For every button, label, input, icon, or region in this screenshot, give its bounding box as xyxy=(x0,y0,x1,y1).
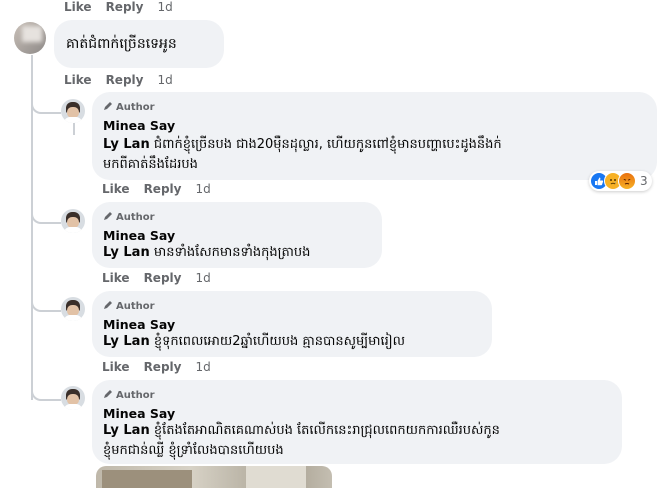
avatar[interactable] xyxy=(61,209,85,233)
comment-bubble: គាត់ជំពាក់ច្រើនទេអូន xyxy=(54,20,224,68)
author-badge: Author xyxy=(103,389,155,402)
reply-button[interactable]: Reply xyxy=(106,73,144,87)
thread-connector xyxy=(31,205,61,224)
thread-connector xyxy=(31,382,61,401)
reply-button[interactable]: Reply xyxy=(106,0,144,14)
reply-line: ជំពាក់ខ្ញុំច្រើនបង ជាង20ម៉ឺនដុល្លារ, ហើយ… xyxy=(153,137,502,152)
avatar[interactable] xyxy=(14,22,46,54)
thread-connector xyxy=(31,95,61,114)
mention-link[interactable]: Ly Lan xyxy=(103,137,150,152)
avatar[interactable] xyxy=(61,297,85,321)
reply-button[interactable]: Reply xyxy=(144,182,182,196)
pencil-icon xyxy=(103,389,113,402)
timestamp: 1d xyxy=(195,182,211,196)
author-name[interactable]: Minea Say xyxy=(103,118,175,133)
reply-text: Ly Lan មានទាំងសែកមានទាំងកុងត្រាបង xyxy=(103,243,310,263)
comment-actions: Like Reply 1d xyxy=(64,73,173,87)
reply-line: ខ្ញុំមកជាន់ឈ្លី ខ្ញុំទ្រាំលែងបានហើយបង xyxy=(103,443,284,458)
reply-text: Ly Lan ខ្ញុំតែងតែអាណិតគេណាស់បង តែលើកនេះរ… xyxy=(103,421,613,441)
author-badge-label: Author xyxy=(116,102,155,113)
timestamp: 1d xyxy=(157,73,173,87)
like-button[interactable]: Like xyxy=(64,73,92,87)
mention-link[interactable]: Ly Lan xyxy=(103,334,150,349)
like-button[interactable]: Like xyxy=(102,182,130,196)
comment-text: គាត់ជំពាក់ច្រើនទេអូន xyxy=(66,36,177,52)
author-badge-label: Author xyxy=(116,301,155,312)
timestamp: 1d xyxy=(195,271,211,285)
like-button[interactable]: Like xyxy=(102,360,130,374)
reply-actions: Like Reply 1d xyxy=(102,360,211,374)
reply-text: Ly Lan ជំពាក់ខ្ញុំច្រើនបង ជាង20ម៉ឺនដុល្ល… xyxy=(103,135,648,155)
like-button[interactable]: Like xyxy=(102,271,130,285)
reply-line: ខ្ញុំទុកពេលអោយ2ឆ្នាំហើយបង គ្មានបានសូម្បី… xyxy=(153,334,406,349)
reply-actions: Like Reply 1d xyxy=(102,182,211,196)
timestamp: 1d xyxy=(195,360,211,374)
author-badge: Author xyxy=(103,101,155,114)
reaction-summary[interactable]: 3 xyxy=(589,171,652,191)
thread-line xyxy=(73,123,75,135)
reply-bubble: Author Minea Say Ly Lan ខ្ញុំតែងតែអាណិតគ… xyxy=(92,380,622,464)
pencil-icon xyxy=(103,211,113,224)
avatar[interactable] xyxy=(61,386,85,410)
reply-text: Ly Lan ខ្ញុំទុកពេលអោយ2ឆ្នាំហើយបង គ្មានបា… xyxy=(103,332,405,352)
pencil-icon xyxy=(103,300,113,313)
thread-connector xyxy=(31,293,61,312)
reply-bubble: Author Minea Say Ly Lan ខ្ញុំទុកពេលអោយ2ឆ… xyxy=(92,291,492,357)
reply-line: មានទាំងសែកមានទាំងកុងត្រាបង xyxy=(153,245,311,260)
mention-link[interactable]: Ly Lan xyxy=(103,245,150,260)
reply-button[interactable]: Reply xyxy=(144,360,182,374)
author-name[interactable]: Minea Say xyxy=(103,228,175,243)
author-name[interactable]: Minea Say xyxy=(103,317,175,332)
author-badge-label: Author xyxy=(116,212,155,223)
author-badge: Author xyxy=(103,300,155,313)
reply-line: មកពីគាត់នឹងដែរបង xyxy=(103,157,198,172)
like-button[interactable]: Like xyxy=(64,0,92,14)
previous-comment-actions: Like Reply 1d xyxy=(64,0,173,14)
attached-photo[interactable] xyxy=(96,466,332,488)
author-name[interactable]: Minea Say xyxy=(103,406,175,421)
author-badge-label: Author xyxy=(116,390,155,401)
reply-line: ខ្ញុំតែងតែអាណិតគេណាស់បង តែលើកនេះរាជ្រុលព… xyxy=(153,423,500,438)
timestamp: 1d xyxy=(157,0,173,14)
avatar[interactable] xyxy=(61,99,85,123)
angry-reaction-icon xyxy=(618,172,636,190)
reaction-count: 3 xyxy=(640,174,648,188)
reply-actions: Like Reply 1d xyxy=(102,271,211,285)
reply-bubble: Author Minea Say Ly Lan ជំពាក់ខ្ញុំច្រើន… xyxy=(92,92,657,180)
reply-button[interactable]: Reply xyxy=(144,271,182,285)
author-badge: Author xyxy=(103,211,155,224)
mention-link[interactable]: Ly Lan xyxy=(103,423,150,438)
reply-bubble: Author Minea Say Ly Lan មានទាំងសែកមានទាំ… xyxy=(92,202,382,268)
pencil-icon xyxy=(103,101,113,114)
